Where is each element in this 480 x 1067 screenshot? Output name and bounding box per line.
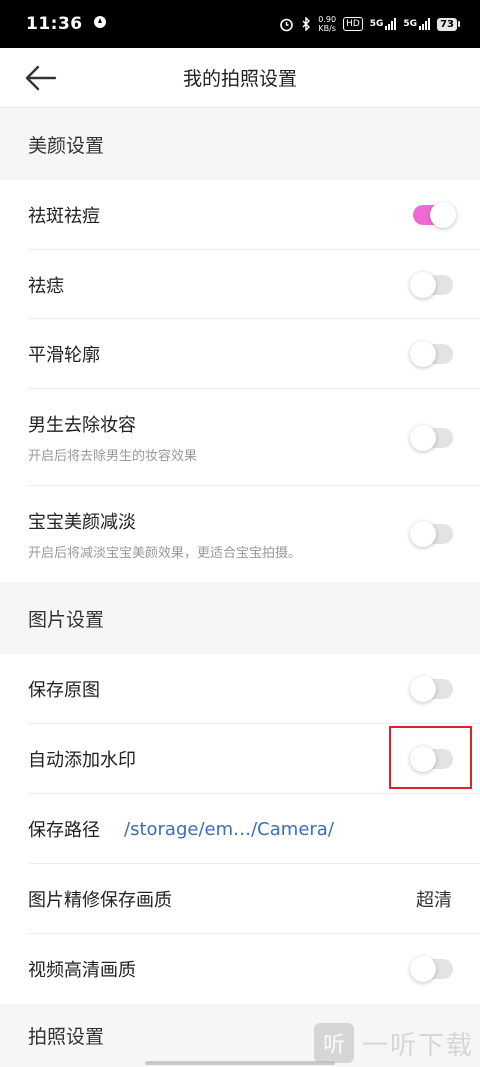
signal-5g-1-label: 5G [369,19,384,29]
setting-row-acne-removal[interactable]: 祛斑祛痘 [0,180,480,250]
setting-row-save-original[interactable]: 保存原图 [0,654,480,724]
home-indicator[interactable] [145,1061,335,1065]
quality-value[interactable]: 超清 [416,886,452,912]
network-speed-unit: KB/s [318,24,336,33]
toggle-switch[interactable] [410,424,453,451]
setting-row-smooth-contour[interactable]: 平滑轮廓 [0,319,480,389]
setting-label: 男生去除妆容 [28,415,136,436]
signal-5g-1: 5G [370,18,397,30]
setting-row-mole-removal[interactable]: 祛痣 [0,250,480,319]
toggle-switch[interactable] [410,271,453,298]
section-header-picture: 图片设置 [0,582,480,654]
hd-badge: HD [343,17,363,31]
battery-icon: 73 [437,17,460,31]
setting-label: 祛斑祛痘 [28,206,100,227]
setting-label: 图片精修保存画质 [28,890,172,911]
section-header-beauty: 美颜设置 [0,108,480,180]
setting-label: 保存原图 [28,680,100,701]
setting-row-video-hd[interactable]: 视频高清画质 [0,934,480,1004]
page-title: 我的拍照设置 [182,68,297,90]
setting-label: 视频高清画质 [28,960,136,981]
toggle-switch[interactable] [410,341,453,367]
setting-label: 保存路径 [28,820,100,841]
site-watermark: 听 一听下载 [313,1023,474,1063]
setting-label: 祛痣 [28,275,64,297]
alarm-icon [279,17,294,32]
setting-row-retouch-quality[interactable]: 图片精修保存画质 超清 [0,864,480,934]
back-arrow-icon[interactable] [24,64,58,92]
setting-description: 开启后将减淡宝宝美颜效果，更适合宝宝拍摄。 [28,545,302,561]
signal-bars-icon [385,18,397,30]
setting-row-save-path[interactable]: 保存路径 /storage/em…/Camera/ [0,794,480,864]
toggle-switch[interactable] [410,676,453,702]
highlight-box [389,726,472,789]
watermark-text: 一听下载 [361,1030,474,1061]
signal-5g-2: 5G [403,18,431,30]
toggle-switch[interactable] [410,521,453,547]
network-speed-value: 0.90 [318,15,337,24]
setting-label: 宝宝美颜减淡 [28,511,136,533]
bluetooth-icon [301,17,311,31]
toggle-switch[interactable] [410,956,453,982]
setting-label: 自动添加水印 [28,750,136,771]
toggle-switch[interactable] [413,202,456,228]
status-bar: 11:36 0.90 KB/s HD 5G 5G 73 [0,0,480,48]
save-path-link[interactable]: /storage/em…/Camera/ [124,819,334,840]
setting-row-baby-beauty-reduce[interactable]: 宝宝美颜减淡 开启后将减淡宝宝美颜效果，更适合宝宝拍摄。 [0,486,480,582]
signal-5g-2-label: 5G [403,19,418,29]
signal-bars-icon [419,18,431,30]
network-speed: 0.90 KB/s [318,15,336,33]
watermark-logo-icon: 听 [313,1023,354,1063]
notification-icon [93,15,107,33]
battery-level: 73 [437,17,457,31]
setting-description: 开启后将去除男生的妆容效果 [28,449,198,464]
app-header: 我的拍照设置 [0,48,480,108]
status-time: 11:36 [26,14,83,34]
setting-row-male-makeup-removal[interactable]: 男生去除妆容 开启后将去除男生的妆容效果 [0,389,480,486]
setting-label: 平滑轮廓 [28,345,100,366]
